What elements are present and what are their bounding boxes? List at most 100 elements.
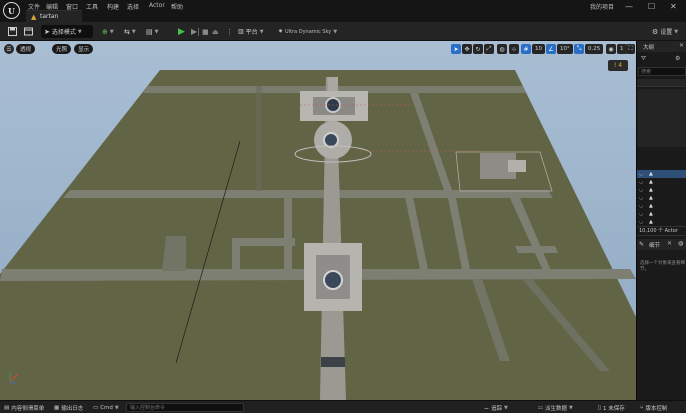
cinematics-button[interactable]: ▤ ▼ (146, 26, 158, 37)
main-toolbar: ➤ 选择模式 ▼ ⊕ ▼ ⇆ ▼ ▤ ▼ ▶ ▶| ■ ⏏ ⋮ ▥ 平台 ▼ ✷ Ul… (0, 22, 686, 41)
outliner-tab[interactable]: 大纲 ✕ (637, 41, 686, 52)
skip-forward-icon[interactable]: ▶| (191, 26, 200, 37)
stop-icon[interactable]: ■ (202, 26, 209, 37)
warning-badge[interactable]: ! 4 (608, 60, 628, 71)
perspective-button[interactable]: 透视 (16, 44, 36, 54)
eye-icon[interactable]: ◡ (639, 187, 643, 193)
outliner-row[interactable]: ◡ ▲ (637, 202, 686, 210)
camera-speed-icon[interactable]: ◉ (606, 44, 616, 54)
outliner-title: 大纲 (643, 45, 655, 51)
chevron-down-icon: ▼ (259, 28, 264, 35)
rotate-tool-icon[interactable]: ↻ (473, 44, 483, 54)
rotation-snap-icon[interactable]: ∠ (546, 44, 556, 54)
more-options-icon[interactable]: ⋮ (226, 26, 233, 37)
gear-icon: ⚙ (652, 27, 659, 36)
details-hint: 选择一个对象来查看细节。 (640, 261, 685, 272)
details-tab[interactable]: ✎ 细节 ✕ ◍ (637, 239, 686, 250)
eye-icon[interactable]: ◡ (639, 211, 643, 217)
scene-render[interactable] (0, 41, 636, 400)
source-control-label: 版本控制 (645, 405, 668, 412)
scale-snap-value[interactable]: 0.25 (585, 44, 604, 54)
grid-snap-icon[interactable]: # (521, 44, 531, 54)
close-icon[interactable]: ✕ (679, 42, 684, 49)
menu-select[interactable]: 选择 (127, 2, 139, 11)
unreal-logo-icon[interactable]: U (3, 2, 20, 19)
filter-icon[interactable]: ⛛ (641, 55, 646, 63)
play-button[interactable]: ▶ (178, 26, 185, 37)
surface-snap-icon[interactable]: ⊹ (509, 44, 519, 54)
outliner-row[interactable]: ◡ ▲ (637, 210, 686, 218)
outliner-row[interactable]: ◡ ▲ (637, 218, 686, 226)
actor-icon: ▲ (649, 219, 653, 225)
content-drawer-label: 内容侧滑菜单 (11, 405, 45, 412)
output-log-button[interactable]: ▦ 输出日志 (54, 403, 83, 412)
trace-icon: ⚊ (484, 404, 489, 411)
actor-icon: ▲ (649, 187, 653, 193)
settings-dropdown[interactable]: ⚙ 设置 ▼ (652, 26, 678, 37)
selection-mode-dropdown[interactable]: ➤ 选择模式 ▼ (41, 25, 93, 38)
actor-icon: ▲ (649, 211, 653, 217)
eye-icon[interactable]: ◡ (639, 171, 643, 177)
actor-icon: ▲ (649, 171, 653, 177)
platform-dropdown[interactable]: ▥ 平台 ▼ (238, 26, 264, 37)
eye-icon[interactable]: ◡ (639, 219, 643, 225)
chevron-down-icon: ▼ (674, 28, 679, 35)
cmd-dropdown[interactable]: ▭ Cmd ▼ (93, 403, 119, 412)
eye-icon[interactable]: ◡ (639, 203, 643, 209)
actor-icon: ▲ (649, 179, 653, 185)
maximize-button[interactable]: ☐ (648, 2, 655, 11)
menu-tools[interactable]: 工具 (86, 2, 98, 11)
outliner-row[interactable]: ◡ ▲ (637, 194, 686, 202)
chevron-down-icon: ▼ (114, 404, 119, 411)
grid-snap-value[interactable]: 10 (532, 44, 545, 54)
unsaved-button[interactable]: ▯ 1 未保存 (598, 403, 625, 412)
outliner-settings-icon[interactable]: ⚙ (675, 55, 680, 62)
content-drawer-button[interactable]: ▤ 内容侧滑菜单 (4, 403, 44, 412)
maximize-viewport-icon[interactable]: ⛶ (626, 44, 635, 54)
show-label: 显示 (78, 47, 90, 53)
perspective-label: 透视 (20, 47, 32, 53)
translate-tool-icon[interactable]: ✥ (462, 44, 472, 54)
outliner-row[interactable]: ◡ ▲ (637, 186, 686, 194)
globe-icon[interactable]: ◍ (678, 240, 683, 247)
outliner-search-input[interactable]: 搜索 (638, 67, 686, 76)
lit-button[interactable]: 光照 (52, 44, 72, 54)
scale-snap-icon[interactable]: ⤡ (574, 44, 584, 54)
save-icon[interactable] (8, 26, 17, 37)
viewport-menu-icon[interactable]: ☰ (4, 44, 14, 54)
sky-dropdown[interactable]: ✷ Ultra Dynamic Sky ▼ (278, 26, 337, 37)
menu-build[interactable]: 构建 (107, 2, 119, 11)
eye-icon[interactable]: ◡ (639, 179, 643, 185)
show-button[interactable]: 显示 (74, 44, 94, 54)
level-viewport[interactable]: ☰ 透视 光照 显示 ➤ ✥ ↻ ⤢ ◍ ⊹ # 10 ∠ 10° ⤡ 0.25… (0, 41, 636, 400)
eye-icon[interactable]: ◡ (639, 195, 643, 201)
outliner-row[interactable]: ◡ ▲ (637, 178, 686, 186)
blueprint-button[interactable]: ⇆ ▼ (124, 26, 136, 37)
level-tab[interactable]: ▲ tartan (26, 10, 82, 22)
outliner-row[interactable]: ◡ ▲ (637, 170, 686, 178)
content-browser-icon[interactable] (24, 26, 33, 37)
platform-icon: ▥ (238, 28, 244, 35)
selection-mode-label: 选择模式 (51, 29, 76, 36)
select-tool-icon[interactable]: ➤ (451, 44, 461, 54)
derived-data-dropdown[interactable]: ⚏ 派生数据 ▼ (538, 403, 573, 412)
world-space-icon[interactable]: ◍ (497, 44, 507, 54)
chevron-down-icon: ▼ (503, 404, 508, 411)
menu-help[interactable]: 帮助 (171, 2, 183, 11)
level-icon: ▲ (31, 13, 37, 21)
scale-tool-icon[interactable]: ⤢ (484, 44, 494, 54)
source-control-dropdown[interactable]: ⑂ 版本控制 (640, 403, 667, 412)
console-command-input[interactable] (126, 403, 244, 412)
trace-dropdown[interactable]: ⚊ 追踪 ▼ (484, 403, 508, 412)
menu-actor[interactable]: Actor (149, 2, 165, 9)
unsaved-label: 1 未保存 (603, 405, 625, 412)
eject-icon[interactable]: ⏏ (212, 26, 219, 37)
add-actor-button[interactable]: ⊕ ▼ (102, 26, 114, 37)
minimize-button[interactable]: — (625, 2, 633, 11)
chevron-down-icon: ▼ (333, 28, 338, 35)
outliner-folder-area[interactable] (637, 89, 686, 147)
rotation-snap-value[interactable]: 10° (557, 44, 573, 54)
close-icon[interactable]: ✕ (667, 240, 672, 247)
close-button[interactable]: ✕ (670, 2, 677, 11)
select-mode-icon: ➤ (44, 27, 50, 36)
